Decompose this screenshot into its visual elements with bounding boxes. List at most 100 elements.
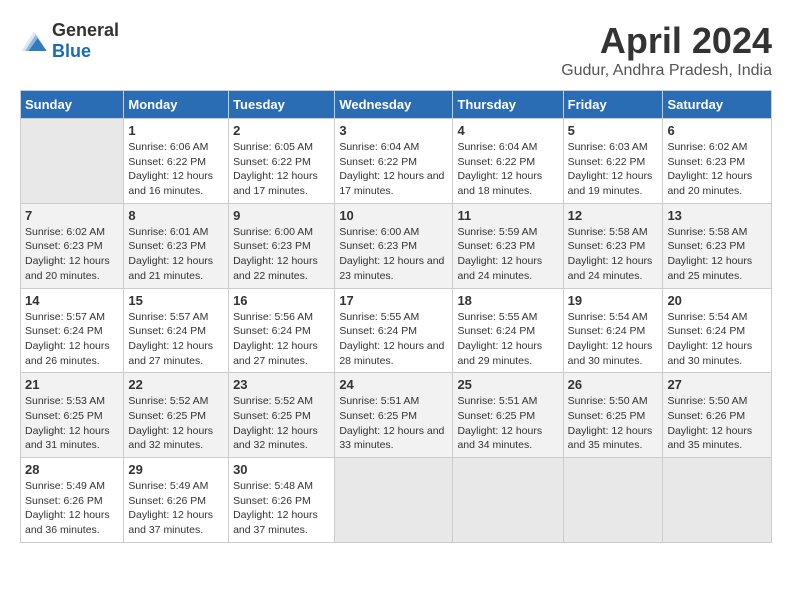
- day-number: 15: [128, 293, 224, 308]
- cell-w4-d0: 21 Sunrise: 5:53 AM Sunset: 6:25 PM Dayl…: [21, 373, 124, 458]
- day-number: 9: [233, 208, 330, 223]
- sunrise-text: Sunrise: 5:54 AM: [667, 310, 767, 325]
- daylight-text: Daylight: 12 hours and 21 minutes.: [128, 254, 224, 283]
- daylight-text: Daylight: 12 hours and 35 minutes.: [667, 424, 767, 453]
- day-info: Sunrise: 5:54 AM Sunset: 6:24 PM Dayligh…: [667, 310, 767, 369]
- cell-w4-d1: 22 Sunrise: 5:52 AM Sunset: 6:25 PM Dayl…: [124, 373, 229, 458]
- calendar-header-row: Sunday Monday Tuesday Wednesday Thursday…: [21, 91, 772, 119]
- sunrise-text: Sunrise: 6:00 AM: [233, 225, 330, 240]
- cell-w2-d4: 11 Sunrise: 5:59 AM Sunset: 6:23 PM Dayl…: [453, 203, 563, 288]
- daylight-text: Daylight: 12 hours and 17 minutes.: [233, 169, 330, 198]
- day-number: 18: [457, 293, 558, 308]
- cell-w4-d5: 26 Sunrise: 5:50 AM Sunset: 6:25 PM Dayl…: [563, 373, 663, 458]
- week-row-5: 28 Sunrise: 5:49 AM Sunset: 6:26 PM Dayl…: [21, 458, 772, 543]
- day-number: 20: [667, 293, 767, 308]
- sunset-text: Sunset: 6:25 PM: [339, 409, 448, 424]
- daylight-text: Daylight: 12 hours and 32 minutes.: [128, 424, 224, 453]
- sunset-text: Sunset: 6:25 PM: [25, 409, 119, 424]
- day-info: Sunrise: 6:04 AM Sunset: 6:22 PM Dayligh…: [457, 140, 558, 199]
- daylight-text: Daylight: 12 hours and 37 minutes.: [233, 508, 330, 537]
- daylight-text: Daylight: 12 hours and 23 minutes.: [339, 254, 448, 283]
- col-wednesday: Wednesday: [335, 91, 453, 119]
- sunrise-text: Sunrise: 6:02 AM: [25, 225, 119, 240]
- sunrise-text: Sunrise: 5:58 AM: [568, 225, 659, 240]
- sunrise-text: Sunrise: 6:02 AM: [667, 140, 767, 155]
- logo-blue: Blue: [52, 41, 91, 61]
- sunset-text: Sunset: 6:26 PM: [128, 494, 224, 509]
- cell-w5-d3: [335, 458, 453, 543]
- day-number: 1: [128, 123, 224, 138]
- cell-w2-d2: 9 Sunrise: 6:00 AM Sunset: 6:23 PM Dayli…: [229, 203, 335, 288]
- title-area: April 2024 Gudur, Andhra Pradesh, India: [561, 20, 772, 80]
- sunset-text: Sunset: 6:24 PM: [457, 324, 558, 339]
- cell-w5-d4: [453, 458, 563, 543]
- day-info: Sunrise: 6:02 AM Sunset: 6:23 PM Dayligh…: [25, 225, 119, 284]
- cell-w4-d2: 23 Sunrise: 5:52 AM Sunset: 6:25 PM Dayl…: [229, 373, 335, 458]
- cell-w5-d6: [663, 458, 772, 543]
- daylight-text: Daylight: 12 hours and 32 minutes.: [233, 424, 330, 453]
- sunrise-text: Sunrise: 5:57 AM: [128, 310, 224, 325]
- day-info: Sunrise: 5:49 AM Sunset: 6:26 PM Dayligh…: [128, 479, 224, 538]
- col-saturday: Saturday: [663, 91, 772, 119]
- day-number: 27: [667, 377, 767, 392]
- sunrise-text: Sunrise: 6:04 AM: [457, 140, 558, 155]
- week-row-2: 7 Sunrise: 6:02 AM Sunset: 6:23 PM Dayli…: [21, 203, 772, 288]
- sunset-text: Sunset: 6:25 PM: [568, 409, 659, 424]
- day-info: Sunrise: 5:54 AM Sunset: 6:24 PM Dayligh…: [568, 310, 659, 369]
- cell-w2-d0: 7 Sunrise: 6:02 AM Sunset: 6:23 PM Dayli…: [21, 203, 124, 288]
- col-friday: Friday: [563, 91, 663, 119]
- col-tuesday: Tuesday: [229, 91, 335, 119]
- day-number: 23: [233, 377, 330, 392]
- cell-w3-d5: 19 Sunrise: 5:54 AM Sunset: 6:24 PM Dayl…: [563, 288, 663, 373]
- day-number: 25: [457, 377, 558, 392]
- daylight-text: Daylight: 12 hours and 33 minutes.: [339, 424, 448, 453]
- cell-w3-d3: 17 Sunrise: 5:55 AM Sunset: 6:24 PM Dayl…: [335, 288, 453, 373]
- day-number: 14: [25, 293, 119, 308]
- sunrise-text: Sunrise: 5:59 AM: [457, 225, 558, 240]
- sunrise-text: Sunrise: 6:05 AM: [233, 140, 330, 155]
- sunrise-text: Sunrise: 5:58 AM: [667, 225, 767, 240]
- day-number: 12: [568, 208, 659, 223]
- sunset-text: Sunset: 6:23 PM: [128, 239, 224, 254]
- day-info: Sunrise: 6:03 AM Sunset: 6:22 PM Dayligh…: [568, 140, 659, 199]
- sunrise-text: Sunrise: 5:49 AM: [128, 479, 224, 494]
- day-info: Sunrise: 5:55 AM Sunset: 6:24 PM Dayligh…: [339, 310, 448, 369]
- logo: General Blue: [20, 20, 119, 62]
- daylight-text: Daylight: 12 hours and 19 minutes.: [568, 169, 659, 198]
- day-number: 26: [568, 377, 659, 392]
- cell-w5-d1: 29 Sunrise: 5:49 AM Sunset: 6:26 PM Dayl…: [124, 458, 229, 543]
- daylight-text: Daylight: 12 hours and 17 minutes.: [339, 169, 448, 198]
- day-number: 24: [339, 377, 448, 392]
- day-number: 6: [667, 123, 767, 138]
- day-info: Sunrise: 5:57 AM Sunset: 6:24 PM Dayligh…: [25, 310, 119, 369]
- daylight-text: Daylight: 12 hours and 20 minutes.: [667, 169, 767, 198]
- daylight-text: Daylight: 12 hours and 30 minutes.: [568, 339, 659, 368]
- day-info: Sunrise: 5:49 AM Sunset: 6:26 PM Dayligh…: [25, 479, 119, 538]
- cell-w4-d3: 24 Sunrise: 5:51 AM Sunset: 6:25 PM Dayl…: [335, 373, 453, 458]
- daylight-text: Daylight: 12 hours and 26 minutes.: [25, 339, 119, 368]
- week-row-4: 21 Sunrise: 5:53 AM Sunset: 6:25 PM Dayl…: [21, 373, 772, 458]
- day-number: 29: [128, 462, 224, 477]
- daylight-text: Daylight: 12 hours and 28 minutes.: [339, 339, 448, 368]
- daylight-text: Daylight: 12 hours and 36 minutes.: [25, 508, 119, 537]
- sunrise-text: Sunrise: 5:48 AM: [233, 479, 330, 494]
- cell-w1-d2: 2 Sunrise: 6:05 AM Sunset: 6:22 PM Dayli…: [229, 119, 335, 204]
- day-info: Sunrise: 5:55 AM Sunset: 6:24 PM Dayligh…: [457, 310, 558, 369]
- sunset-text: Sunset: 6:26 PM: [25, 494, 119, 509]
- cell-w1-d1: 1 Sunrise: 6:06 AM Sunset: 6:22 PM Dayli…: [124, 119, 229, 204]
- sunset-text: Sunset: 6:22 PM: [457, 155, 558, 170]
- sunset-text: Sunset: 6:23 PM: [25, 239, 119, 254]
- sunset-text: Sunset: 6:24 PM: [339, 324, 448, 339]
- day-info: Sunrise: 6:01 AM Sunset: 6:23 PM Dayligh…: [128, 225, 224, 284]
- sunrise-text: Sunrise: 5:49 AM: [25, 479, 119, 494]
- day-number: 2: [233, 123, 330, 138]
- day-number: 5: [568, 123, 659, 138]
- cell-w5-d0: 28 Sunrise: 5:49 AM Sunset: 6:26 PM Dayl…: [21, 458, 124, 543]
- page-header: General Blue April 2024 Gudur, Andhra Pr…: [20, 20, 772, 80]
- day-info: Sunrise: 5:51 AM Sunset: 6:25 PM Dayligh…: [339, 394, 448, 453]
- cell-w3-d6: 20 Sunrise: 5:54 AM Sunset: 6:24 PM Dayl…: [663, 288, 772, 373]
- day-number: 13: [667, 208, 767, 223]
- day-info: Sunrise: 5:48 AM Sunset: 6:26 PM Dayligh…: [233, 479, 330, 538]
- daylight-text: Daylight: 12 hours and 24 minutes.: [568, 254, 659, 283]
- cell-w4-d6: 27 Sunrise: 5:50 AM Sunset: 6:26 PM Dayl…: [663, 373, 772, 458]
